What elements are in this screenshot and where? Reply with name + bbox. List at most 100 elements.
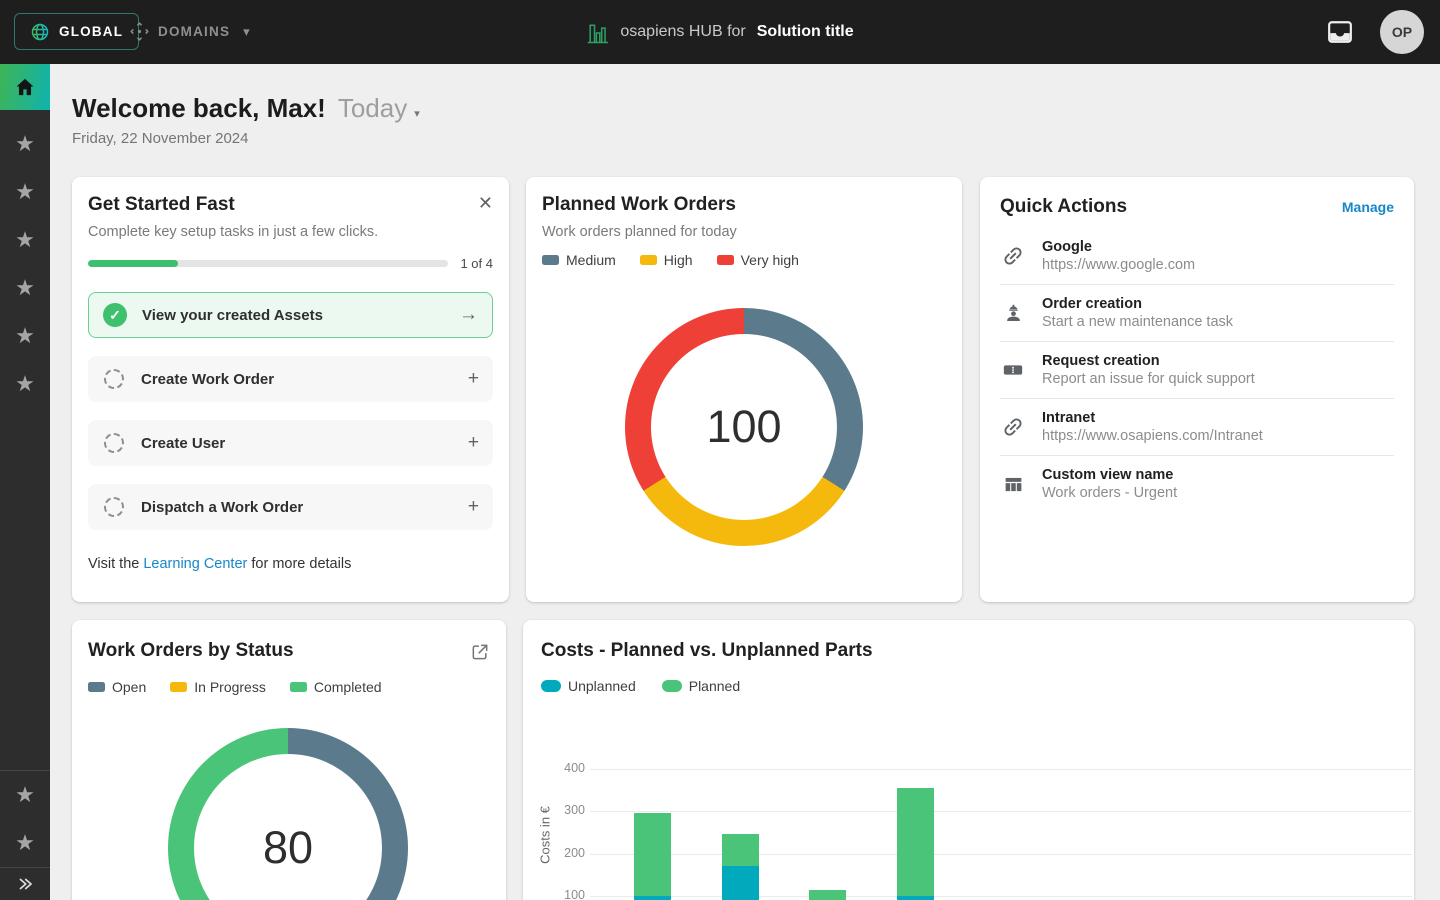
task-label: Create User [141,435,453,452]
quick-action-subtitle: https://www.osapiens.com/Intranet [1042,428,1263,444]
quick-action-intranet[interactable]: Intranet https://www.osapiens.com/Intran… [1000,399,1394,456]
learning-center-note: Visit the Learning Center for more detai… [88,556,493,572]
page-title: Welcome back, Max! [72,93,326,124]
sidebar-expand-button[interactable] [0,868,50,900]
sidebar-item-favorite-5[interactable]: ★ [0,312,50,360]
sidebar-item-favorite-8[interactable]: ★ [0,819,50,867]
bar-segment-planned [634,813,671,896]
plus-icon: + [468,432,479,454]
check-icon: ✓ [109,307,121,324]
work-orders-by-status-card: Work Orders by Status OpenIn ProgressCom… [72,620,506,900]
donut-total: 80 [263,822,313,874]
quick-action-order-creation[interactable]: Order creation Start a new maintenance t… [1000,285,1394,342]
y-tick-label: 400 [543,761,585,775]
global-scope-button[interactable]: GLOBAL [14,13,139,50]
link-icon [1000,415,1026,439]
app-brand: osapiens HUB for Solution title [586,0,853,64]
progress-fill [88,260,178,267]
sidebar-item-home[interactable] [0,64,50,110]
gridline [590,811,1412,812]
quick-action-google[interactable]: Google https://www.google.com [1000,228,1394,285]
close-icon[interactable]: ✕ [478,194,493,212]
global-label: GLOBAL [59,24,123,39]
avatar[interactable]: OP [1380,10,1424,54]
sidebar-item-favorite-4[interactable]: ★ [0,264,50,312]
note-prefix: Visit the [88,556,143,572]
worker-icon [1000,303,1026,324]
period-selector[interactable]: Today ▾ [338,93,420,124]
sidebar-item-favorite-7[interactable]: ★ [0,771,50,819]
progress-label: 1 of 4 [460,256,493,271]
donut-hole: 100 [651,334,837,520]
star-icon: ★ [15,131,35,157]
legend-chip [170,682,187,692]
sidebar-item-favorite-6[interactable]: ★ [0,360,50,408]
quick-action-subtitle: Start a new maintenance task [1042,314,1233,330]
manage-link[interactable]: Manage [1342,199,1394,215]
quick-action-request-creation[interactable]: Request creation Report an issue for qui… [1000,342,1394,399]
task-create-work-order[interactable]: Create Work Order + [88,356,493,402]
y-tick-label: 300 [543,803,585,817]
quick-action-subtitle: Report an issue for quick support [1042,371,1255,387]
quick-actions-card: Quick Actions Manage Google https://www.… [980,177,1414,602]
legend-label: In Progress [194,679,266,695]
legend-chip [290,682,307,692]
legend-item: Open [88,679,146,695]
plus-icon: + [468,368,479,390]
chevron-down-icon: ▾ [243,24,250,40]
costs-card: Costs - Planned vs. Unplanned Parts Unpl… [523,620,1414,900]
sidebar: ★ ★ ★ ★ ★ ★ ★ ★ [0,64,50,900]
current-date: Friday, 22 November 2024 [72,130,248,147]
task-create-user[interactable]: Create User + [88,420,493,466]
quick-action-subtitle: https://www.google.com [1042,257,1195,273]
gridline [590,769,1412,770]
setup-progress: 1 of 4 [88,256,493,271]
avatar-initials: OP [1392,24,1412,40]
quick-action-title: Custom view name [1042,467,1177,483]
bar-segment-unplanned [722,866,759,900]
inbox-icon[interactable] [1327,20,1353,44]
get-started-card: Get Started Fast ✕ Complete key setup ta… [72,177,509,602]
planned-work-orders-card: Planned Work Orders Work orders planned … [526,177,962,602]
legend-chip [717,255,734,265]
legend-item: High [640,252,693,268]
progress-track [88,260,448,267]
arrow-right-icon: → [459,304,478,326]
sidebar-item-favorite-3[interactable]: ★ [0,216,50,264]
domains-selector[interactable]: DOMAINS ▾ [130,13,250,50]
legend-chip [88,682,105,692]
planned-work-orders-legend: MediumHighVery high [542,252,946,268]
star-icon: ★ [15,323,35,349]
plus-icon: + [468,496,479,518]
link-icon [1000,244,1026,268]
task-label: Dispatch a Work Order [141,499,453,516]
learning-center-link[interactable]: Learning Center [143,556,247,572]
legend-chip [542,255,559,265]
legend-label: Open [112,679,146,695]
bar-segment-planned [809,890,846,900]
quick-action-title: Google [1042,239,1195,255]
sidebar-item-favorite-1[interactable]: ★ [0,120,50,168]
dashboard-page: GLOBAL DOMAINS ▾ [0,0,1440,900]
domains-label: DOMAINS [158,24,230,39]
quick-actions-list: Google https://www.google.com Order crea… [1000,228,1394,512]
work-orders-status-donut: 80 [168,728,408,900]
pending-circle-icon [104,369,124,389]
task-view-created-assets[interactable]: ✓ View your created Assets → [88,292,493,338]
gridline [590,896,1412,897]
work-orders-status-legend: OpenIn ProgressCompleted [88,679,490,695]
pending-circle-icon [104,433,124,453]
star-icon: ★ [15,830,35,856]
pending-circle-icon [104,497,124,517]
task-label: Create Work Order [141,371,453,388]
task-dispatch-work-order[interactable]: Dispatch a Work Order + [88,484,493,530]
donut-hole: 80 [194,754,382,900]
quick-action-title: Request creation [1042,353,1255,369]
double-chevron-right-icon [16,876,34,892]
legend-label: Medium [566,252,616,268]
quick-action-subtitle: Work orders - Urgent [1042,485,1177,501]
open-external-icon[interactable] [470,642,490,665]
sidebar-item-favorite-2[interactable]: ★ [0,168,50,216]
legend-chip [640,255,657,265]
quick-action-custom-view[interactable]: Custom view name Work orders - Urgent [1000,456,1394,512]
